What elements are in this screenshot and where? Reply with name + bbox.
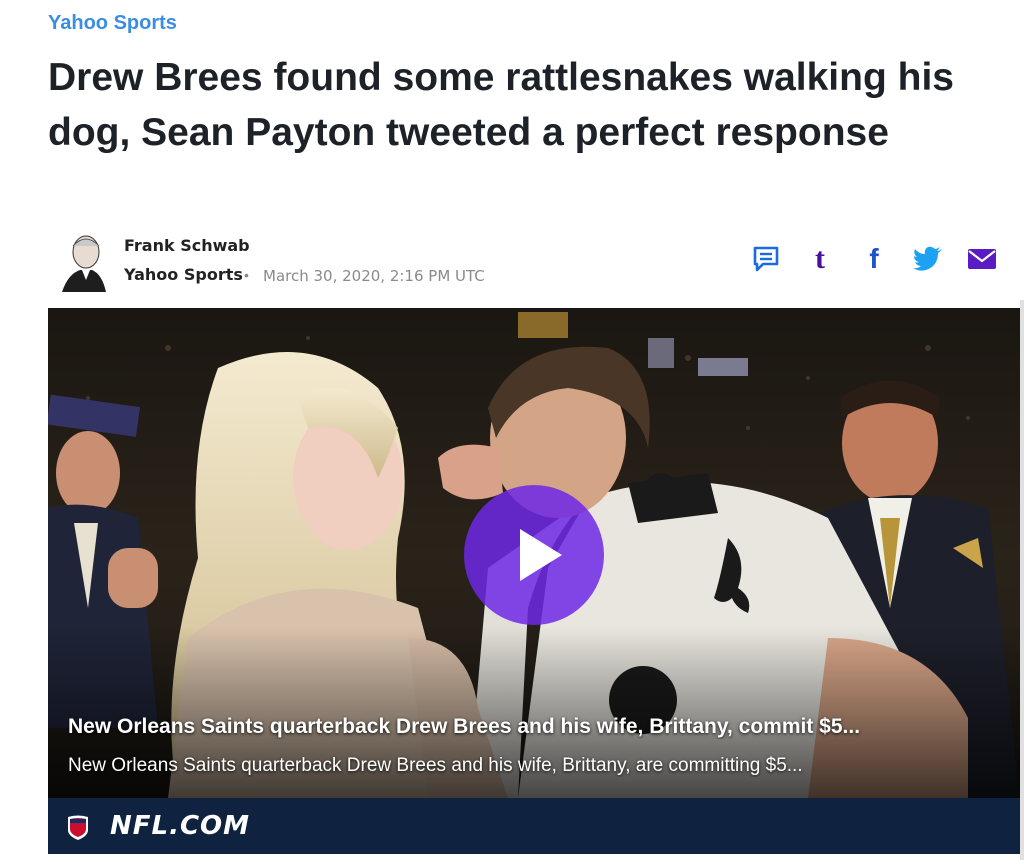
byline-separator: • xyxy=(244,267,249,283)
byline: Frank Schwab Yahoo Sports • March 30, 20… xyxy=(60,230,1010,294)
publish-timestamp: March 30, 2020, 2:16 PM UTC xyxy=(263,267,485,285)
play-icon xyxy=(520,529,562,581)
comment-button[interactable] xyxy=(748,244,784,274)
facebook-share-button[interactable]: f xyxy=(856,244,892,274)
author-avatar[interactable] xyxy=(60,230,108,292)
video-provider-name[interactable]: NFL.COM xyxy=(110,811,250,841)
mail-icon xyxy=(968,249,996,269)
share-bar: t f xyxy=(748,244,1000,274)
facebook-icon: f xyxy=(869,243,879,274)
author-name[interactable]: Frank Schwab xyxy=(124,236,250,255)
video-caption-title[interactable]: New Orleans Saints quarterback Drew Bree… xyxy=(68,715,1008,739)
twitter-icon xyxy=(913,246,942,271)
article-headline: Drew Brees found some rattlesnakes walki… xyxy=(48,56,954,154)
publisher-name[interactable]: Yahoo Sports xyxy=(124,265,243,284)
source-label[interactable]: Yahoo Sports xyxy=(48,12,177,35)
nfl-shield-icon xyxy=(68,815,88,840)
email-share-button[interactable] xyxy=(964,244,1000,274)
tumblr-icon: t xyxy=(815,242,825,275)
play-button[interactable] xyxy=(464,485,604,625)
video-player[interactable]: 9 New Orleans Saints quarterback Drew Br… xyxy=(48,308,1020,798)
comment-icon xyxy=(753,246,779,272)
scrollbar-track[interactable] xyxy=(1020,300,1024,860)
video-provider-bar: NFL.COM xyxy=(48,798,1020,854)
tumblr-share-button[interactable]: t xyxy=(802,244,838,274)
video-caption-description: New Orleans Saints quarterback Drew Bree… xyxy=(68,755,803,776)
twitter-share-button[interactable] xyxy=(910,244,946,274)
